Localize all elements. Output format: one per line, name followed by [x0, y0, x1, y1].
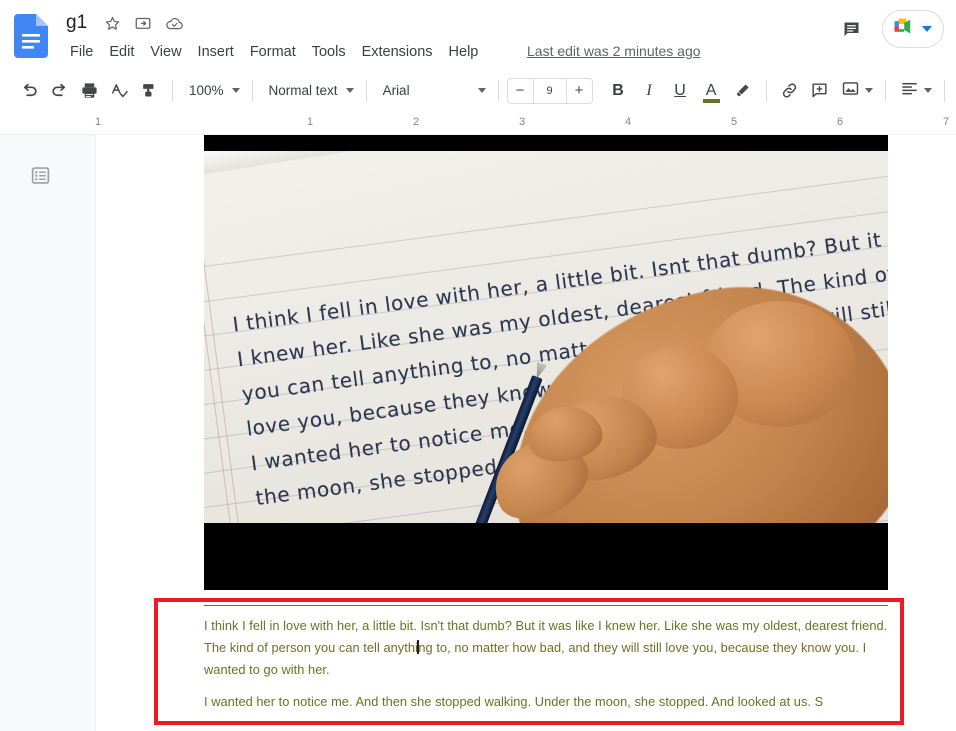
insert-image-dropdown[interactable]: [835, 76, 877, 106]
text-color-label: A: [705, 81, 717, 99]
underline-button[interactable]: U: [665, 76, 696, 106]
docs-logo-icon[interactable]: [14, 14, 48, 58]
zoom-dropdown[interactable]: 100%: [181, 76, 244, 106]
toolbar-divider: [172, 79, 173, 102]
print-icon[interactable]: [74, 76, 104, 106]
insert-image-icon: [841, 79, 860, 103]
menu-file[interactable]: File: [62, 40, 101, 64]
paragraph-style-value: Normal text: [268, 83, 338, 98]
menu-tools[interactable]: Tools: [304, 40, 354, 64]
google-meet-button[interactable]: [882, 10, 944, 48]
chevron-down-icon: [923, 88, 932, 93]
embedded-image[interactable]: I think I fell in love with her, a littl…: [204, 135, 888, 590]
toolbar-divider: [251, 79, 253, 102]
undo-icon[interactable]: [14, 76, 44, 106]
ruler-number: 1: [306, 116, 314, 128]
menu-extensions[interactable]: Extensions: [354, 40, 441, 64]
top-right-actions: [834, 10, 944, 48]
zoom-value: 100%: [189, 83, 224, 98]
ruler-strip: 1 1 2 3 4 5 6 7: [0, 113, 956, 247]
star-icon[interactable]: [102, 13, 122, 33]
font-family-dropdown[interactable]: Arial: [375, 76, 490, 106]
toolbar-divider: [365, 79, 367, 102]
font-family-value: Arial: [382, 83, 410, 98]
ruler-number: 7: [942, 116, 950, 128]
left-gutter: [0, 135, 96, 731]
comment-history-icon[interactable]: [834, 12, 868, 46]
line-spacing-icon[interactable]: [953, 76, 956, 106]
menu-format[interactable]: Format: [242, 40, 304, 64]
paper-crease: [204, 151, 871, 195]
ruler-number: 6: [836, 116, 844, 128]
spellcheck-icon[interactable]: [104, 76, 134, 106]
toolbar-divider: [943, 79, 945, 102]
paragraph-style-dropdown[interactable]: Normal text: [261, 76, 358, 106]
redo-icon[interactable]: [44, 76, 74, 106]
document-page[interactable]: I think I fell in love with her, a littl…: [96, 135, 956, 731]
italic-label: I: [646, 81, 652, 99]
ruler-number: 5: [730, 116, 738, 128]
chevron-down-icon: [864, 88, 873, 93]
document-title-row: g1: [62, 8, 184, 38]
paint-format-icon[interactable]: [134, 76, 164, 106]
google-meet-icon: [892, 16, 918, 42]
ruler-number: 3: [518, 116, 526, 128]
bold-label: B: [612, 81, 624, 99]
font-size-increase-button[interactable]: +: [567, 79, 592, 103]
insert-link-icon[interactable]: [775, 76, 805, 106]
top-bar: g1 File Edit View Insert Format Tools Ex…: [0, 0, 956, 68]
text-color-swatch: [702, 98, 720, 103]
ruler-number: 1: [94, 116, 102, 128]
document-title[interactable]: g1: [62, 11, 91, 35]
toolbar-divider: [884, 79, 886, 102]
menu-help[interactable]: Help: [441, 40, 487, 64]
toolbar-divider: [497, 79, 499, 102]
italic-button[interactable]: I: [634, 76, 665, 106]
menu-bar: File Edit View Insert Format Tools Exten…: [62, 40, 486, 64]
last-edit-link[interactable]: Last edit was 2 minutes ago: [527, 43, 701, 59]
add-comment-icon[interactable]: [805, 76, 835, 106]
underline-label: U: [674, 81, 686, 99]
chevron-down-icon: [477, 88, 486, 93]
bold-button[interactable]: B: [603, 76, 634, 106]
menu-insert[interactable]: Insert: [190, 40, 242, 64]
ruler-number: 4: [624, 116, 632, 128]
toolbar-divider: [765, 79, 767, 102]
font-size-input[interactable]: 9: [532, 78, 567, 103]
chevron-down-icon: [345, 88, 354, 93]
highlight-pen-icon[interactable]: [727, 76, 758, 106]
text-color-button[interactable]: A: [696, 76, 727, 106]
document-canvas[interactable]: I think I fell in love with her, a littl…: [96, 135, 956, 731]
ruler-number: 2: [412, 116, 420, 128]
document-outline-icon[interactable]: [28, 163, 52, 187]
image-frame-content: I think I fell in love with her, a littl…: [204, 151, 888, 523]
cloud-saved-icon[interactable]: [164, 13, 184, 33]
chevron-down-icon[interactable]: [922, 26, 932, 32]
menu-edit[interactable]: Edit: [101, 40, 142, 64]
formatting-toolbar: 100% Normal text Arial − 9 + B I U A: [0, 68, 956, 113]
chevron-down-icon: [231, 88, 240, 93]
move-to-folder-icon[interactable]: [133, 13, 153, 33]
align-left-icon: [900, 79, 919, 103]
font-size-stepper: − 9 +: [506, 77, 593, 104]
menu-view[interactable]: View: [142, 40, 189, 64]
font-size-decrease-button[interactable]: −: [508, 79, 533, 103]
annotation-highlight-box: [154, 598, 904, 725]
align-dropdown[interactable]: [894, 76, 936, 106]
